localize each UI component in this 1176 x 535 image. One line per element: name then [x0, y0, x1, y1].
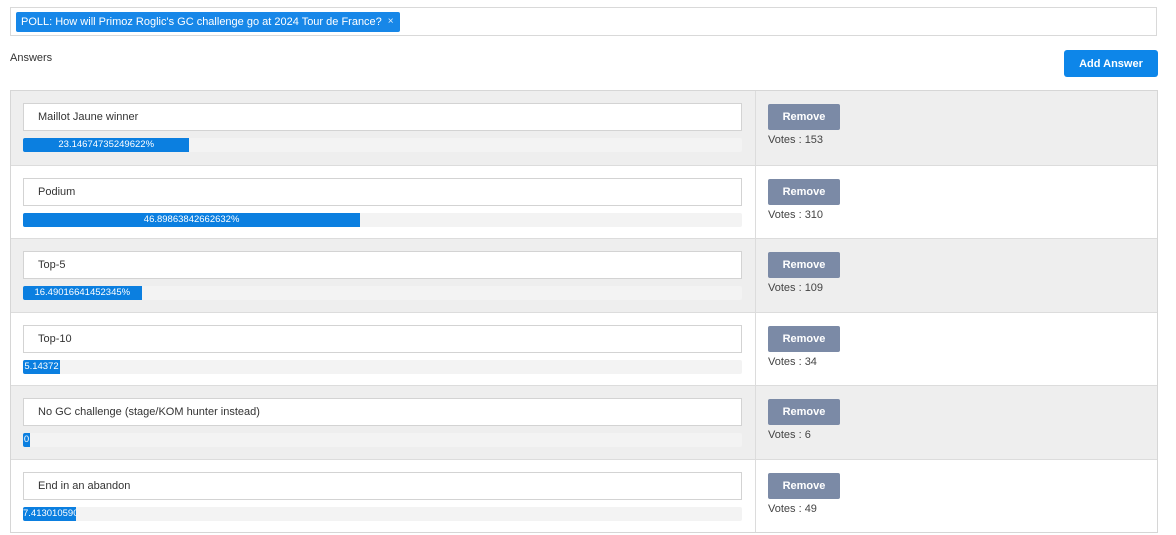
answer-cell: 46.89863842662632% — [11, 165, 756, 238]
answer-cell: 23.14674735249622% — [11, 91, 756, 165]
answer-input[interactable] — [23, 398, 742, 426]
answer-cell: 7.413010590 — [11, 459, 756, 532]
progress-bar: 5.14372 — [23, 359, 742, 374]
votes-count: Votes : 310 — [768, 208, 824, 221]
progress-bar: 46.89863842662632% — [23, 212, 742, 227]
progress-fill: 5.14372 — [23, 359, 60, 374]
progress-bar: 0 — [23, 433, 742, 447]
remove-button[interactable]: Remove — [768, 252, 840, 278]
answer-input[interactable] — [23, 471, 742, 500]
answer-row: 5.14372 Remove Votes : 34 — [11, 311, 1157, 386]
remove-button[interactable]: Remove — [768, 399, 840, 425]
actions-cell: Remove Votes : 6 — [756, 386, 1157, 459]
remove-button[interactable]: Remove — [768, 325, 840, 352]
answer-cell: 5.14372 — [11, 312, 756, 385]
answer-input[interactable] — [23, 324, 742, 353]
answers-label: Answers — [10, 52, 53, 64]
actions-cell: Remove Votes : 109 — [756, 239, 1157, 312]
answer-row: 46.89863842662632% Remove Votes : 310 — [11, 164, 1157, 239]
answer-input[interactable] — [23, 103, 742, 131]
progress-fill: 46.89863842662632% — [23, 212, 361, 227]
answer-row: 7.413010590 Remove Votes : 49 — [11, 458, 1157, 533]
progress-bar: 16.49016641452345% — [23, 286, 742, 300]
poll-tag-field[interactable]: POLL: How will Primoz Roglic's GC challe… — [10, 7, 1157, 36]
remove-button[interactable]: Remove — [768, 472, 840, 499]
actions-cell: Remove Votes : 153 — [756, 91, 1157, 165]
answer-row: 23.14674735249622% Remove Votes : 153 — [11, 91, 1157, 165]
answer-cell: 16.49016641452345% — [11, 239, 756, 312]
progress-fill: 7.413010590 — [23, 506, 77, 521]
remove-button[interactable]: Remove — [768, 104, 840, 130]
votes-count: Votes : 109 — [768, 282, 824, 294]
progress-bar: 7.413010590 — [23, 506, 742, 521]
close-icon[interactable]: × — [388, 12, 394, 32]
votes-count: Votes : 6 — [768, 429, 811, 441]
progress-fill: 0 — [23, 433, 30, 447]
actions-cell: Remove Votes : 34 — [756, 313, 1157, 386]
poll-tag: POLL: How will Primoz Roglic's GC challe… — [16, 12, 400, 32]
progress-bar: 23.14674735249622% — [23, 138, 742, 152]
answers-table: 23.14674735249622% Remove Votes : 153 46… — [10, 90, 1158, 533]
answer-input[interactable] — [23, 251, 742, 279]
answer-input[interactable] — [23, 177, 742, 206]
actions-cell: Remove Votes : 49 — [756, 460, 1157, 533]
poll-tag-label: POLL: How will Primoz Roglic's GC challe… — [21, 16, 382, 28]
answer-row: 16.49016641452345% Remove Votes : 109 — [11, 238, 1157, 312]
progress-fill: 23.14674735249622% — [23, 138, 190, 152]
answer-row: 0 Remove Votes : 6 — [11, 385, 1157, 459]
answer-cell: 0 — [11, 386, 756, 459]
votes-count: Votes : 153 — [768, 134, 824, 146]
add-answer-button[interactable]: Add Answer — [1064, 50, 1158, 77]
progress-fill: 16.49016641452345% — [23, 286, 142, 300]
votes-count: Votes : 49 — [768, 502, 817, 515]
remove-button[interactable]: Remove — [768, 178, 840, 205]
votes-count: Votes : 34 — [768, 355, 817, 368]
actions-cell: Remove Votes : 310 — [756, 166, 1157, 239]
